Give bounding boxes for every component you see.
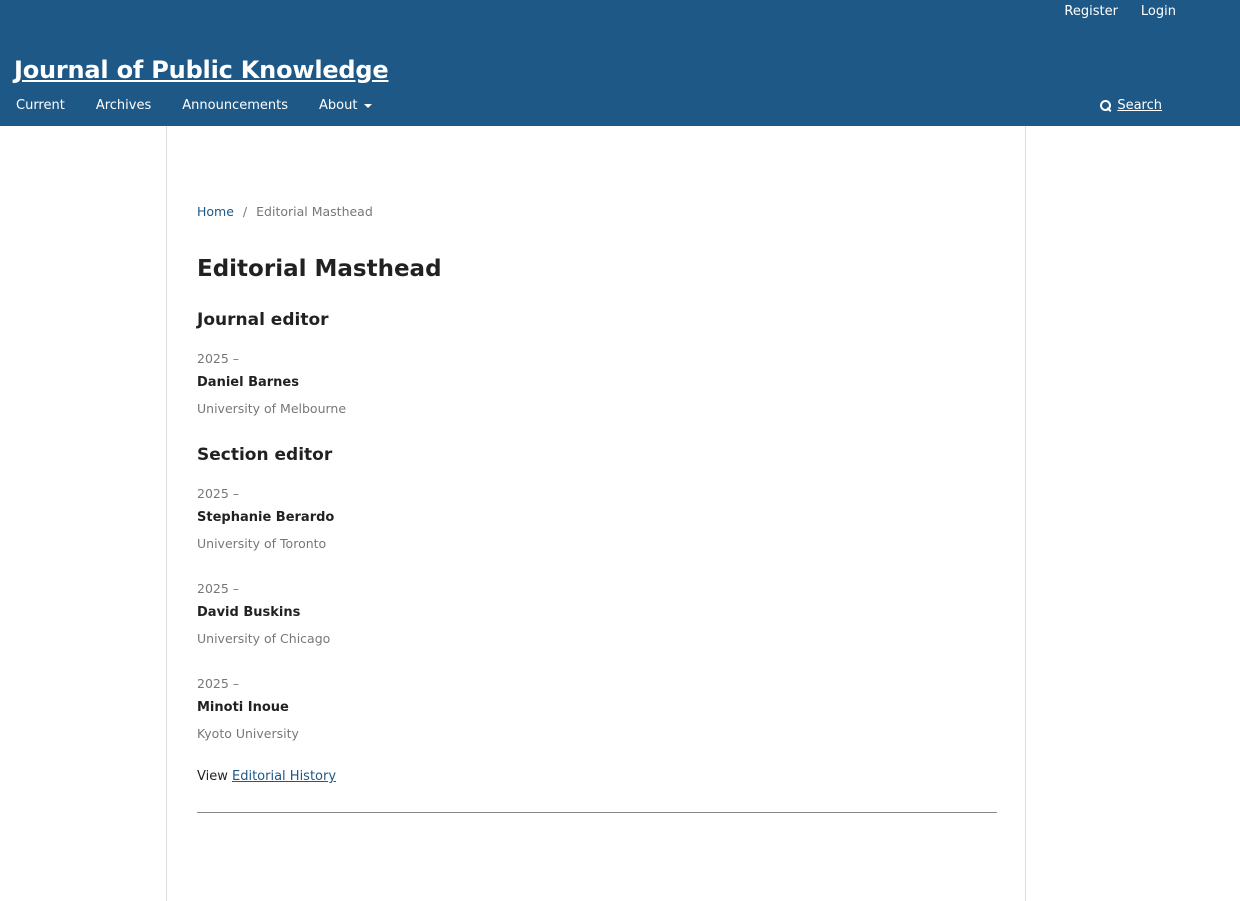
register-link[interactable]: Register bbox=[1064, 4, 1118, 20]
section-editor-affiliation: University of Chicago bbox=[197, 631, 331, 646]
breadcrumb-separator: / bbox=[242, 204, 248, 219]
section-editor-affiliation: University of Toronto bbox=[197, 536, 327, 551]
section-editor-name: Stephanie Berardo bbox=[197, 510, 335, 525]
site-title[interactable]: Journal of Public Knowledge bbox=[14, 56, 389, 84]
search-link[interactable]: Search bbox=[1100, 97, 1162, 115]
page-title: Editorial Masthead bbox=[197, 256, 442, 282]
section-editor-name: David Buskins bbox=[197, 605, 301, 620]
editor-affiliation: University of Melbourne bbox=[197, 401, 347, 416]
breadcrumb-current: Editorial Masthead bbox=[256, 204, 373, 219]
editorial-history-line: View Editorial History bbox=[197, 769, 336, 784]
section-editor-date: 2025 – bbox=[197, 581, 240, 596]
nav-announcements[interactable]: Announcements bbox=[182, 97, 288, 115]
nav-archives[interactable]: Archives bbox=[96, 97, 151, 115]
section-editor-affiliation: Kyoto University bbox=[197, 726, 299, 741]
history-prefix: View bbox=[197, 769, 228, 784]
nav-about-label: About bbox=[318, 98, 358, 113]
editor-name: Daniel Barnes bbox=[197, 375, 299, 390]
section-editor-date: 2025 – bbox=[197, 486, 240, 501]
editorial-history-link[interactable]: Editorial History bbox=[232, 769, 336, 784]
divider bbox=[197, 812, 997, 813]
search-label: Search bbox=[1117, 98, 1162, 113]
main-content: Home / Editorial Masthead Editorial Masthe… bbox=[166, 126, 1026, 901]
section-editor-date: 2025 – bbox=[197, 676, 240, 691]
caret-down-icon bbox=[364, 104, 373, 108]
search-icon bbox=[1100, 100, 1112, 112]
journal-editor-heading: Journal editor bbox=[197, 310, 329, 330]
section-editor-heading: Section editor bbox=[197, 445, 333, 465]
user-nav: Register Login bbox=[1064, 4, 1176, 20]
breadcrumb: Home / Editorial Masthead bbox=[197, 204, 373, 219]
primary-nav: Current Archives Announcements About bbox=[16, 97, 373, 115]
nav-current[interactable]: Current bbox=[16, 97, 65, 115]
breadcrumb-home[interactable]: Home bbox=[197, 204, 234, 219]
nav-about[interactable]: About bbox=[318, 97, 373, 115]
editor-date: 2025 – bbox=[197, 351, 240, 366]
login-link[interactable]: Login bbox=[1141, 4, 1176, 20]
section-editor-name: Minoti Inoue bbox=[197, 700, 289, 715]
site-header: Register Login Journal of Public Knowled… bbox=[0, 0, 1240, 126]
